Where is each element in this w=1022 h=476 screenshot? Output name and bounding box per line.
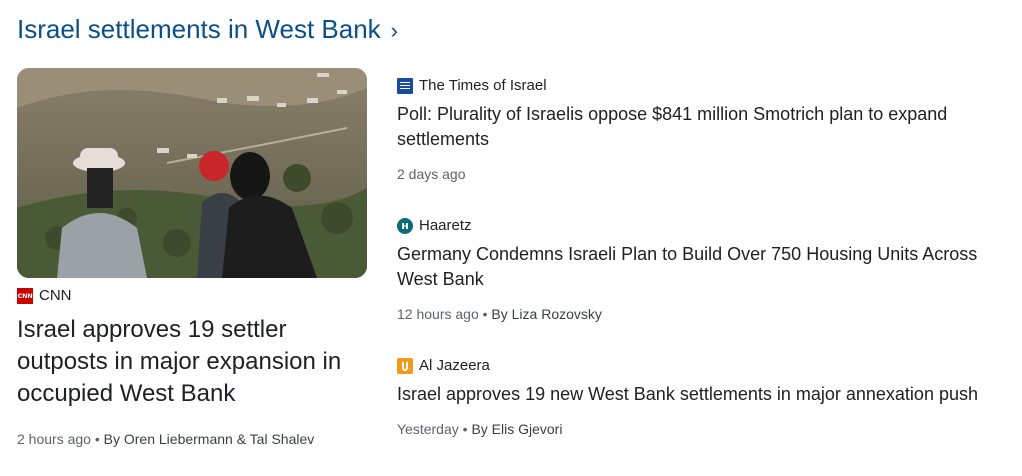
feature-source-name: CNN [39,287,72,304]
story-source-name: Haaretz [419,217,472,234]
haaretz-logo-icon: ʜ [397,217,413,234]
meta-separator: • [458,421,472,437]
story-time: 12 hours ago [397,306,479,322]
story-meta: Yesterday • By Elis Gjevori [397,421,1012,437]
meta-separator: • [90,431,104,447]
story-time: Yesterday [397,421,459,437]
story-headline-link[interactable]: Germany Condemns Israeli Plan to Build O… [397,242,1012,292]
feature-meta: 2 hours ago • By Oren Liebermann & Tal S… [17,431,314,447]
chevron-right-icon: › [390,17,398,43]
story-source-name: Al Jazeera [419,357,490,374]
story-source[interactable]: Al Jazeera [397,357,1012,374]
story-headline-link[interactable]: Poll: Plurality of Israelis oppose $841 … [397,102,1012,152]
feature-time: 2 hours ago [17,431,91,447]
al-jazeera-logo-icon [397,357,413,374]
story-meta: 2 days ago [397,166,1012,182]
feature-byline: By Oren Liebermann & Tal Shalev [103,431,315,447]
story-byline: By Elis Gjevori [471,421,563,437]
feature-headline-link[interactable]: Israel approves 19 settler outposts in m… [17,314,367,410]
section-header-link[interactable]: Israel settlements in West Bank › [17,14,398,45]
story-item[interactable]: Al Jazeera Israel approves 19 new West B… [397,357,1012,437]
story-item[interactable]: The Times of Israel Poll: Plurality of I… [397,77,1012,182]
meta-separator: • [478,306,492,322]
story-byline: By Liza Rozovsky [491,306,602,322]
feature-photo [17,68,367,278]
section-title: Israel settlements in West Bank [17,14,381,44]
cnn-logo-icon: CNN [17,287,33,304]
feature-source[interactable]: CNN CNN [17,287,72,304]
story-time: 2 days ago [397,166,466,182]
story-headline-link[interactable]: Israel approves 19 new West Bank settlem… [397,382,1012,407]
story-source-name: The Times of Israel [419,77,547,94]
story-item[interactable]: ʜ Haaretz Germany Condemns Israeli Plan … [397,217,1012,322]
story-source[interactable]: ʜ Haaretz [397,217,1012,234]
story-source[interactable]: The Times of Israel [397,77,1012,94]
feature-image[interactable] [17,68,367,278]
times-of-israel-logo-icon [397,77,413,94]
story-meta: 12 hours ago • By Liza Rozovsky [397,306,1012,322]
